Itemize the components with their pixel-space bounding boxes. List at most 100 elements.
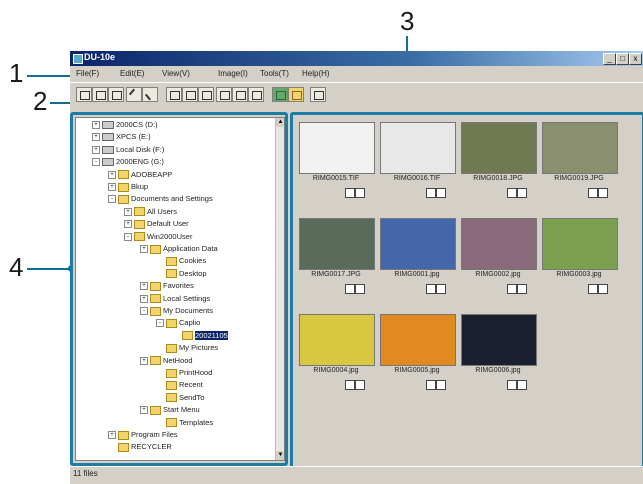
rotate-icon[interactable] <box>345 284 355 294</box>
tree-node[interactable]: + XPCS (E:) <box>92 132 151 142</box>
tree-node[interactable]: Templates <box>156 418 213 428</box>
scroll-up-icon[interactable]: ▲ <box>276 118 284 127</box>
pen-tool-button[interactable] <box>126 87 142 102</box>
tree-node[interactable]: + Favorites <box>140 281 194 291</box>
menu-file[interactable]: File(F) <box>76 69 99 78</box>
collapse-icon[interactable]: - <box>156 319 164 328</box>
thumbnail-image[interactable] <box>299 122 375 174</box>
menu-image[interactable]: Image(I) <box>218 69 248 78</box>
info-icon[interactable] <box>355 380 365 390</box>
tree-node[interactable]: +2000CS (D:) <box>92 120 158 130</box>
expand-icon[interactable]: + <box>140 282 148 291</box>
info-icon[interactable] <box>517 284 527 294</box>
title-bar[interactable]: DU-10e _ □ x <box>70 51 643 66</box>
thumbnail-image[interactable] <box>461 218 537 270</box>
tree-node[interactable]: - Caplio <box>156 318 200 328</box>
layout-double-button[interactable] <box>182 87 198 102</box>
info-icon[interactable] <box>355 284 365 294</box>
tree-view-button[interactable] <box>76 87 92 102</box>
rotate-icon[interactable] <box>426 188 436 198</box>
thumbnail-image[interactable] <box>542 122 618 174</box>
info-icon[interactable] <box>517 188 527 198</box>
menu-tools[interactable]: Tools(T) <box>260 69 289 78</box>
tree-node[interactable]: + All Users <box>124 207 177 217</box>
upload-icon[interactable] <box>272 87 288 102</box>
tree-node[interactable]: + Start Menu <box>140 405 200 415</box>
expand-icon[interactable]: + <box>140 356 148 365</box>
thumbnail-item[interactable]: RIMG0005.jpg <box>378 312 456 396</box>
rotate-icon[interactable] <box>345 188 355 198</box>
thumbnail-image[interactable] <box>299 218 375 270</box>
thumbnail-item[interactable]: RIMG0015.TIF <box>297 120 375 204</box>
close-button[interactable]: x <box>629 53 642 65</box>
tree-node[interactable]: - Win2000User <box>124 232 192 242</box>
minimize-button[interactable]: _ <box>603 53 616 65</box>
menu-view[interactable]: View(V) <box>162 69 190 78</box>
grid-small-button[interactable] <box>216 87 232 102</box>
tree-node[interactable]: + Bkup <box>108 182 148 192</box>
collapse-icon[interactable]: - <box>108 195 116 204</box>
tree-node[interactable]: + Local Disk (F:) <box>92 145 164 155</box>
grid-large-button[interactable] <box>248 87 264 102</box>
tree-node[interactable]: Desktop <box>156 269 207 279</box>
thumbnail-image[interactable] <box>380 314 456 366</box>
info-icon[interactable] <box>598 284 608 294</box>
thumbnail-item[interactable]: RIMG0018.JPG <box>459 120 537 204</box>
expand-icon[interactable]: + <box>108 431 116 440</box>
info-icon[interactable] <box>517 380 527 390</box>
tree-node[interactable]: Recent <box>156 380 203 390</box>
thumbnail-item[interactable]: RIMG0016.TIF <box>378 120 456 204</box>
tree-node[interactable]: - My Documents <box>140 306 213 316</box>
thumbnail-item[interactable]: RIMG0006.jpg <box>459 312 537 396</box>
rotate-icon[interactable] <box>588 188 598 198</box>
tree-node[interactable]: My Pictures <box>156 343 218 353</box>
expand-icon[interactable]: + <box>92 121 100 130</box>
expand-icon[interactable]: + <box>140 245 148 254</box>
collapse-icon[interactable]: - <box>92 158 100 167</box>
list-view-button[interactable] <box>92 87 108 102</box>
info-icon[interactable] <box>598 188 608 198</box>
rotate-icon[interactable] <box>588 284 598 294</box>
expand-icon[interactable]: + <box>108 170 116 179</box>
tree-node[interactable]: Cookies <box>156 256 206 266</box>
info-icon[interactable] <box>436 188 446 198</box>
tree-scrollbar[interactable]: ▲ ▼ <box>275 118 284 460</box>
tree-node[interactable]: + ADOBEAPP <box>108 170 172 180</box>
tree-node[interactable]: RECYCLER <box>108 442 172 452</box>
rotate-icon[interactable] <box>426 284 436 294</box>
expand-icon[interactable]: + <box>140 294 148 303</box>
tree-node[interactable]: + Default User <box>124 219 189 229</box>
rotate-icon[interactable] <box>507 380 517 390</box>
thumbnail-image[interactable] <box>461 122 537 174</box>
thumbnail-image[interactable] <box>299 314 375 366</box>
thumbnail-item[interactable]: RIMG0003.jpg <box>540 216 618 300</box>
rotate-icon[interactable] <box>507 284 517 294</box>
tree-node[interactable]: + Local Settings <box>140 294 210 304</box>
tree-node[interactable]: + Application Data <box>140 244 218 254</box>
tree-node[interactable]: + NetHood <box>140 356 193 366</box>
maximize-button[interactable]: □ <box>616 53 629 65</box>
thumbnail-item[interactable]: RIMG0002.jpg <box>459 216 537 300</box>
expand-icon[interactable]: + <box>92 133 100 142</box>
thumbnail-item[interactable]: RIMG0019.JPG <box>540 120 618 204</box>
thumbnail-view-button[interactable] <box>108 87 124 102</box>
thumbnail-item[interactable]: RIMG0001.jpg <box>378 216 456 300</box>
folder-tree[interactable]: +2000CS (D:) + XPCS (E:) + Local Disk (F:) -2… <box>75 117 285 461</box>
rotate-icon[interactable] <box>507 188 517 198</box>
scroll-down-icon[interactable]: ▼ <box>276 451 284 460</box>
thumbnail-image[interactable] <box>542 218 618 270</box>
thumbnail-item[interactable]: RIMG0004.jpg <box>297 312 375 396</box>
collapse-icon[interactable]: - <box>140 307 148 316</box>
thumbnail-image[interactable] <box>380 122 456 174</box>
layout-quad-button[interactable] <box>198 87 214 102</box>
collapse-icon[interactable]: - <box>124 232 132 241</box>
line-tool-button[interactable] <box>142 87 158 102</box>
expand-icon[interactable]: + <box>124 207 132 216</box>
folder-icon[interactable] <box>288 87 304 102</box>
tree-node[interactable]: PrintHood <box>156 368 212 378</box>
tree-node[interactable]: - 2000ENG (G:) <box>92 157 164 167</box>
expand-icon[interactable]: + <box>108 183 116 192</box>
menu-help[interactable]: Help(H) <box>302 69 330 78</box>
info-icon[interactable] <box>355 188 365 198</box>
expand-icon[interactable]: + <box>92 145 100 154</box>
